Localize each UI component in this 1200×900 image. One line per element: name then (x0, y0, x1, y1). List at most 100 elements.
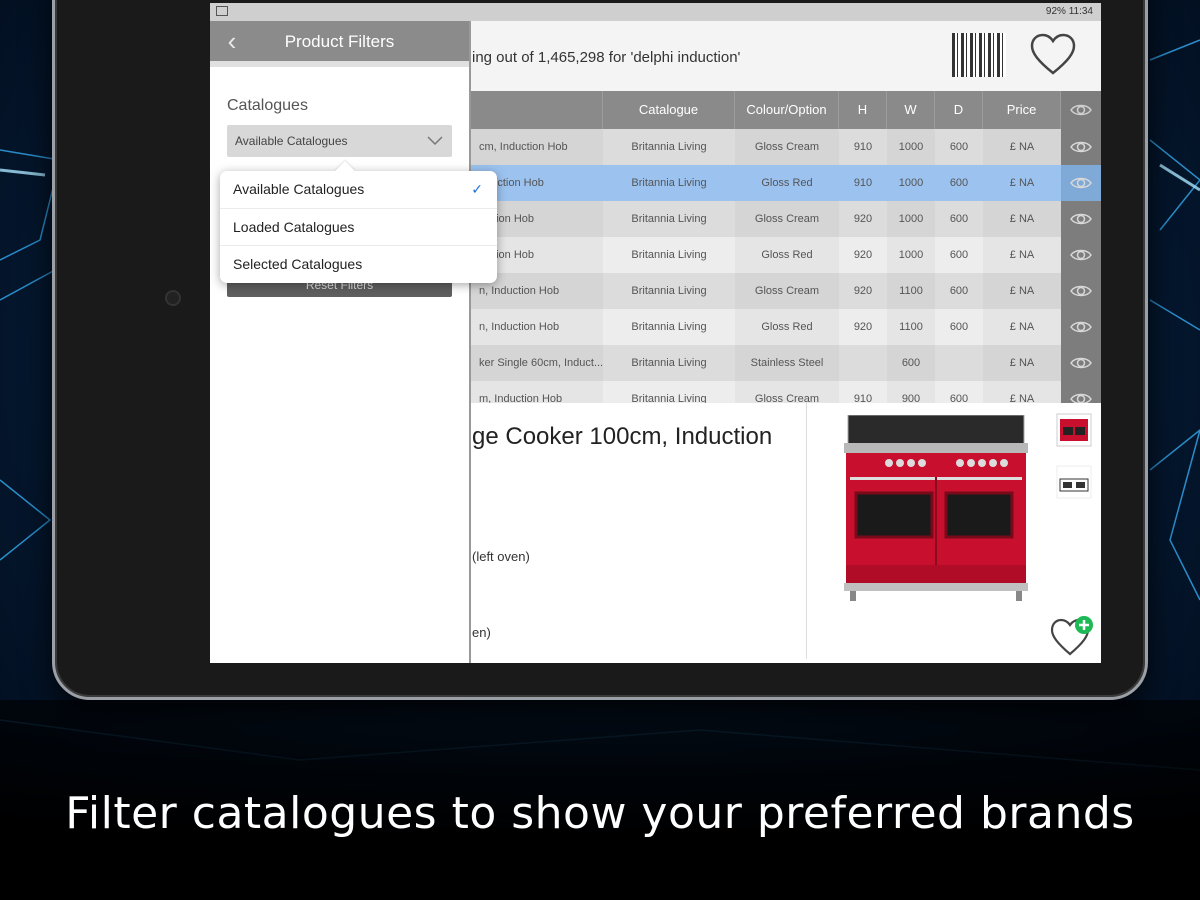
option-available-catalogues[interactable]: Available Catalogues ✓ (220, 171, 497, 208)
cell-depth: 600 (949, 321, 969, 333)
eye-icon (1070, 104, 1092, 116)
option-label: Loaded Catalogues (233, 219, 355, 235)
cell-price: £ NA (983, 273, 1061, 309)
cell-catalogue: Britannia Living (631, 177, 707, 189)
caption-text: Filter catalogues to show your preferred… (65, 788, 1135, 839)
eye-icon (1070, 177, 1092, 189)
col-name (471, 91, 603, 129)
cell-width: 1100 (887, 273, 935, 309)
col-catalogue[interactable]: Catalogue (603, 91, 735, 129)
col-price[interactable]: Price (983, 91, 1061, 129)
spec-line-2: en) (472, 625, 491, 640)
cell-height: 910 (853, 177, 873, 189)
filter-header-shadow (210, 61, 469, 67)
col-depth[interactable]: D (935, 91, 983, 129)
option-label: Available Catalogues (233, 181, 365, 197)
cell-colour: Stainless Steel (735, 345, 839, 381)
cell-catalogue: Britannia Living (631, 321, 707, 333)
option-label: Selected Catalogues (233, 256, 363, 272)
cell-depth: 600 (949, 141, 969, 153)
cell-colour: Gloss Red (735, 309, 839, 345)
col-preview (1061, 91, 1101, 129)
cell-height: 920 (853, 249, 873, 261)
cell-price: £ NA (983, 237, 1061, 273)
cell-catalogue: Britannia Living (631, 285, 707, 297)
cell-depth (935, 345, 983, 381)
preview-button[interactable] (1061, 345, 1101, 381)
cell-colour: Gloss Cream (735, 201, 839, 237)
checkmark-icon: ✓ (471, 181, 483, 197)
tablet-frame: 92% 11:34 ing out of 1,465,298 for 'delp… (52, 0, 1148, 700)
cell-height (839, 345, 887, 381)
cell-colour: Gloss Cream (735, 129, 839, 165)
cell-height: 920 (853, 285, 873, 297)
option-loaded-catalogues[interactable]: Loaded Catalogues (220, 208, 497, 245)
app-screen: 92% 11:34 ing out of 1,465,298 for 'delp… (210, 3, 1101, 663)
cell-width: 1000 (898, 177, 924, 189)
col-height[interactable]: H (839, 91, 887, 129)
cell-price: £ NA (1009, 177, 1035, 189)
favourites-heart-icon[interactable] (1028, 31, 1078, 79)
cell-colour: Gloss Red (735, 237, 839, 273)
preview-button[interactable] (1061, 273, 1101, 309)
col-width[interactable]: W (887, 91, 935, 129)
notification-image-icon (216, 6, 228, 16)
product-title: ge Cooker 100cm, Induction (472, 423, 773, 450)
preview-button[interactable] (1061, 237, 1101, 273)
eye-icon (1070, 141, 1092, 153)
col-colour-option[interactable]: Colour/Option (735, 91, 839, 129)
chevron-down-icon (427, 136, 443, 146)
catalogues-select[interactable]: Available Catalogues (227, 125, 452, 157)
cell-depth: 600 (949, 213, 969, 225)
thumbnail-red-cooker[interactable] (1056, 413, 1092, 447)
cell-product-name: ker Single 60cm, Induct... (471, 345, 603, 381)
cell-colour: Gloss Red (761, 177, 813, 189)
filter-title: Product Filters (284, 32, 395, 51)
cell-price: £ NA (983, 309, 1061, 345)
catalogues-label: Catalogues (227, 97, 308, 114)
cell-width: 1000 (887, 129, 935, 165)
preview-button[interactable] (1061, 201, 1101, 237)
status-bar: 92% 11:34 (210, 3, 1101, 21)
cell-height: 920 (853, 321, 873, 333)
cell-width: 600 (887, 345, 935, 381)
cell-height: 920 (853, 213, 873, 225)
cell-height: 910 (853, 141, 873, 153)
detail-divider (806, 403, 807, 659)
camera-lens (165, 290, 181, 306)
cell-colour: Gloss Cream (735, 273, 839, 309)
cell-width: 1000 (887, 237, 935, 273)
cell-catalogue: Britannia Living (631, 249, 707, 261)
eye-icon (1070, 321, 1092, 333)
product-filters-panel: ‹ Product Filters Catalogues Available C… (210, 21, 497, 663)
preview-button[interactable] (1061, 309, 1101, 345)
option-selected-catalogues[interactable]: Selected Catalogues (220, 245, 497, 282)
cell-depth: 600 (949, 177, 969, 189)
cell-depth: 600 (949, 285, 969, 297)
cell-catalogue: Britannia Living (631, 357, 707, 369)
eye-icon (1070, 285, 1092, 297)
product-image-range-cooker (844, 415, 1028, 601)
eye-icon (1070, 357, 1092, 369)
cell-price: £ NA (983, 129, 1061, 165)
thumbnail-oven-diagram[interactable] (1056, 465, 1092, 499)
cell-product-name: n, Induction Hob (471, 309, 603, 345)
spec-line-1: (left oven) (472, 549, 530, 564)
cell-product-name: cm, Induction Hob (471, 129, 603, 165)
cell-catalogue: Britannia Living (631, 141, 707, 153)
catalogues-select-value: Available Catalogues (235, 134, 348, 148)
add-to-favourites-icon[interactable] (1050, 615, 1096, 657)
preview-button[interactable] (1061, 129, 1101, 165)
eye-icon (1070, 249, 1092, 261)
cell-depth: 600 (949, 249, 969, 261)
eye-icon (1070, 213, 1092, 225)
filter-header: ‹ Product Filters (210, 21, 469, 61)
preview-button[interactable] (1061, 165, 1101, 201)
barcode-scan-icon[interactable] (952, 33, 1006, 77)
results-count-text: ing out of 1,465,298 for 'delphi inducti… (472, 49, 741, 66)
cell-catalogue: Britannia Living (631, 213, 707, 225)
status-battery-time: 92% 11:34 (1045, 6, 1093, 17)
cell-width: 1000 (887, 201, 935, 237)
cell-width: 1100 (887, 309, 935, 345)
cell-price: £ NA (983, 201, 1061, 237)
